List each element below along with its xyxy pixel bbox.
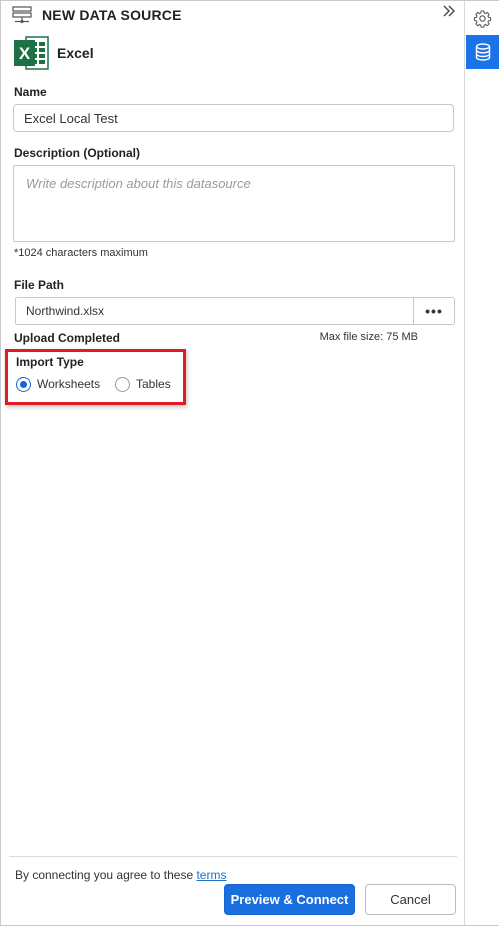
- description-textarea[interactable]: [13, 165, 455, 242]
- filepath-label: File Path: [14, 278, 65, 292]
- radio-label-tables: Tables: [136, 377, 171, 391]
- gear-icon[interactable]: [473, 9, 492, 28]
- side-rail: [465, 1, 499, 925]
- terms-link[interactable]: terms: [196, 868, 226, 882]
- max-file-size: Max file size: 75 MB: [319, 331, 418, 343]
- radio-button-worksheets[interactable]: [16, 376, 31, 392]
- new-data-source-panel: NEW DATA SOURCE X Excel Name Excel Local…: [1, 1, 465, 925]
- svg-text:X: X: [19, 44, 31, 63]
- filepath-input[interactable]: [15, 297, 414, 325]
- radio-label-worksheets: Worksheets: [37, 377, 101, 391]
- terms-text: By connecting you agree to these terms: [15, 868, 226, 882]
- double-chevron-right-icon[interactable]: [441, 3, 457, 19]
- cancel-button[interactable]: Cancel: [365, 884, 456, 915]
- preview-connect-button[interactable]: Preview & Connect: [224, 884, 355, 915]
- panel-title: NEW DATA SOURCE: [42, 7, 182, 23]
- description-label: Description (Optional): [14, 146, 140, 160]
- browse-button[interactable]: •••: [413, 297, 455, 325]
- import-type-label: Import Type: [16, 355, 84, 369]
- name-input[interactable]: [13, 104, 454, 132]
- radio-option-worksheets[interactable]: Worksheets: [16, 376, 100, 392]
- datasource-rail-button[interactable]: [466, 35, 499, 69]
- terms-prefix: By connecting you agree to these: [15, 868, 194, 882]
- database-icon: [475, 43, 490, 61]
- excel-icon: X: [14, 36, 49, 70]
- footer-divider: [9, 856, 457, 857]
- description-hint: *1024 characters maximum: [14, 247, 148, 259]
- panel-header: NEW DATA SOURCE: [1, 1, 465, 29]
- upload-status: Upload Completed: [14, 331, 121, 345]
- radio-button-tables[interactable]: [115, 376, 130, 392]
- connector-name: Excel: [57, 45, 94, 61]
- app-frame: NEW DATA SOURCE X Excel Name Excel Local…: [0, 0, 499, 926]
- radio-option-tables[interactable]: Tables: [115, 376, 171, 392]
- name-label: Name: [14, 85, 47, 99]
- data-source-icon: [12, 6, 32, 24]
- connector-row: X Excel: [13, 35, 313, 71]
